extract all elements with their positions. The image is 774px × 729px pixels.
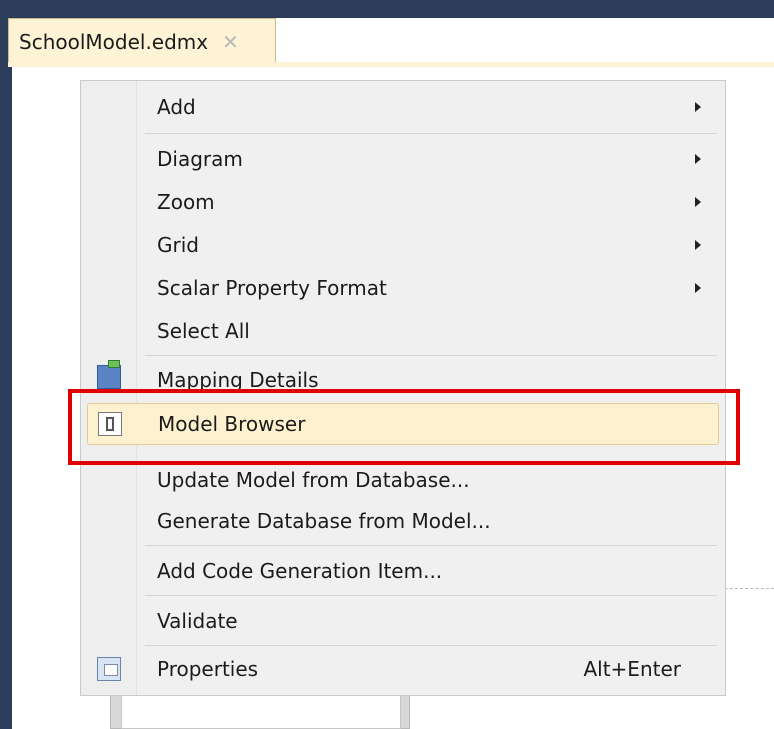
menu-item-properties[interactable]: Properties Alt+Enter <box>81 649 725 689</box>
menu-item-label: Update Model from Database... <box>157 468 470 492</box>
window-top-bar <box>0 0 774 18</box>
document-tab-title: SchoolModel.edmx <box>19 29 209 54</box>
menu-item-label: Generate Database from Model... <box>157 509 491 533</box>
menu-item-label: Add <box>157 95 196 119</box>
close-icon[interactable]: ✕ <box>222 30 239 54</box>
menu-separator <box>145 645 717 646</box>
menu-item-update-model[interactable]: Update Model from Database... <box>81 461 725 499</box>
menu-item-grid[interactable]: Grid <box>81 225 725 265</box>
menu-item-label: Select All <box>157 319 250 343</box>
menu-item-select-all[interactable]: Select All <box>81 311 725 351</box>
menu-separator <box>145 545 717 546</box>
document-tab[interactable]: SchoolModel.edmx ✕ <box>8 18 276 64</box>
submenu-arrow-icon <box>695 102 701 112</box>
submenu-arrow-icon <box>695 240 701 250</box>
menu-separator <box>145 133 717 134</box>
menu-item-label: Grid <box>157 233 199 257</box>
menu-item-label: Add Code Generation Item... <box>157 559 443 583</box>
menu-separator <box>145 355 717 356</box>
properties-icon <box>97 657 121 681</box>
submenu-arrow-icon <box>695 154 701 164</box>
window-left-frame <box>0 0 12 729</box>
menu-item-add[interactable]: Add <box>81 87 725 127</box>
menu-item-shortcut: Alt+Enter <box>583 657 681 681</box>
submenu-arrow-icon <box>695 197 701 207</box>
model-browser-highlight-box <box>68 389 740 465</box>
menu-item-add-code-generation[interactable]: Add Code Generation Item... <box>81 551 725 591</box>
menu-item-validate[interactable]: Validate <box>81 601 725 641</box>
context-menu: Add Diagram Zoom Grid Scalar Property Fo… <box>80 80 726 696</box>
menu-separator <box>145 595 717 596</box>
menu-item-scalar-property-format[interactable]: Scalar Property Format <box>81 268 725 308</box>
menu-item-generate-database[interactable]: Generate Database from Model... <box>81 501 725 541</box>
menu-item-label: Properties <box>157 657 259 681</box>
menu-item-zoom[interactable]: Zoom <box>81 182 725 222</box>
menu-item-label: Zoom <box>157 190 215 214</box>
mapping-details-icon <box>97 360 121 389</box>
menu-item-label: Validate <box>157 609 238 633</box>
menu-item-label: Scalar Property Format <box>157 276 387 300</box>
menu-item-label: Diagram <box>157 147 243 171</box>
submenu-arrow-icon <box>695 283 701 293</box>
menu-item-diagram[interactable]: Diagram <box>81 139 725 179</box>
